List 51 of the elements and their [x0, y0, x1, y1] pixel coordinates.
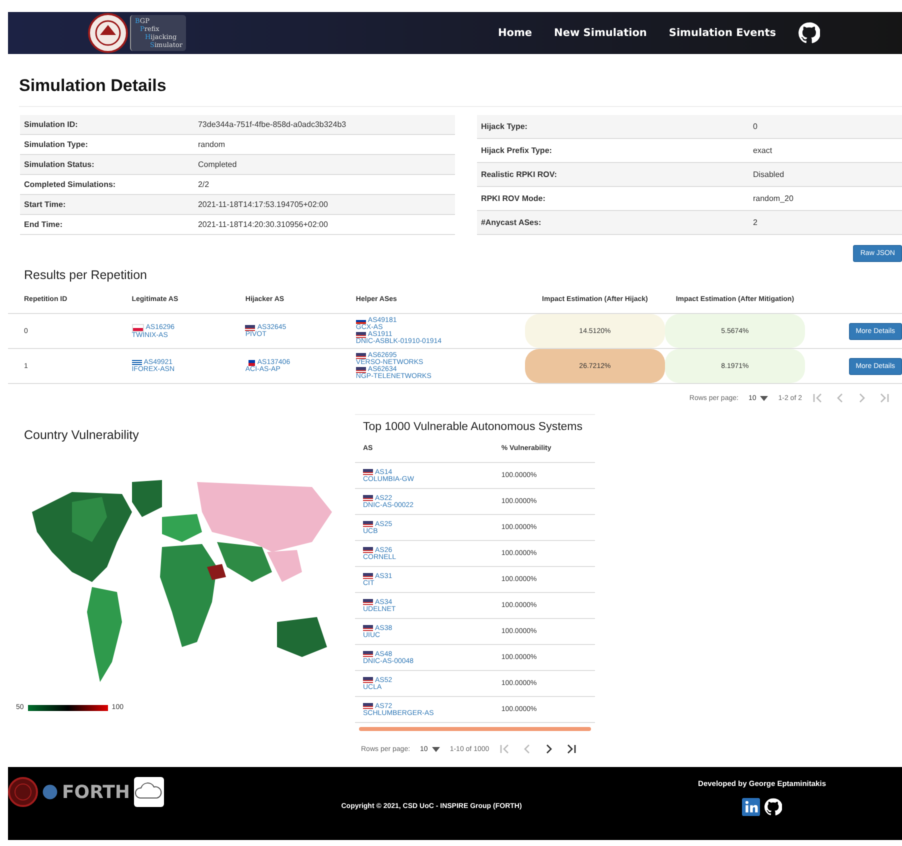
nav-link[interactable]: Simulation Events [668, 27, 776, 39]
section-title: Top 1000 Vulnerable Autonomous Systems [363, 421, 584, 433]
detail-value: 2021-11-18T14:20:30.310956+02:00 [194, 214, 455, 234]
forth-logo-text: FORTH [62, 782, 130, 802]
flag-icon [363, 677, 373, 683]
flag-icon [363, 703, 373, 709]
flag-icon [363, 547, 373, 553]
flag-icon [356, 366, 366, 372]
detail-value: 2 [748, 210, 902, 234]
flag-icon [132, 360, 142, 366]
detail-label: #Anycast ASes: [476, 210, 749, 234]
first-page-icon[interactable] [499, 743, 512, 755]
university-seal-icon [8, 777, 38, 807]
detail-value: 73de344a-751f-4fbe-858d-a0adc3b324b3 [194, 115, 455, 134]
detail-label: Start Time: [20, 194, 194, 214]
flag-icon [363, 495, 373, 501]
flag-icon [245, 324, 256, 330]
linkedin-icon[interactable] [742, 798, 760, 816]
flag-icon [356, 318, 366, 324]
first-page-icon[interactable] [812, 392, 824, 404]
detail-value: 2021-11-18T14:17:53.194705+02:00 [194, 194, 455, 214]
flag-icon [363, 469, 373, 475]
detail-label: End Time: [20, 214, 194, 234]
flag-icon [363, 521, 373, 527]
last-page-icon[interactable] [565, 743, 578, 755]
flag-icon [363, 599, 373, 605]
section-title: Results per Repetition [24, 268, 148, 282]
cloud-logo-icon [133, 776, 165, 808]
dropdown-caret-icon [760, 396, 768, 400]
flag-icon [363, 651, 373, 657]
detail-value: Disabled [748, 162, 902, 186]
flag-icon [363, 573, 373, 579]
detail-label: Simulation ID: [20, 115, 194, 134]
horizontal-scrollbar[interactable] [359, 727, 591, 731]
detail-value: Completed [194, 154, 455, 174]
detail-value: 0 [748, 115, 902, 138]
detail-label: Realistic RPKI ROV: [476, 162, 749, 186]
university-seal-icon [88, 13, 128, 53]
flag-icon [132, 324, 144, 332]
detail-label: Hijack Type: [476, 115, 749, 138]
flag-icon [356, 352, 366, 358]
github-icon[interactable] [798, 22, 820, 44]
page-title: Simulation Details [19, 76, 902, 107]
flag-icon [356, 332, 366, 338]
dropdown-caret-icon [432, 746, 440, 752]
github-icon[interactable] [764, 798, 782, 816]
nav-link[interactable]: New Simulation [554, 27, 647, 39]
detail-label: Simulation Status: [20, 154, 194, 174]
section-title: Country Vulnerability [24, 428, 140, 442]
nav-link[interactable]: Home [498, 27, 532, 39]
flag-icon [363, 625, 373, 631]
